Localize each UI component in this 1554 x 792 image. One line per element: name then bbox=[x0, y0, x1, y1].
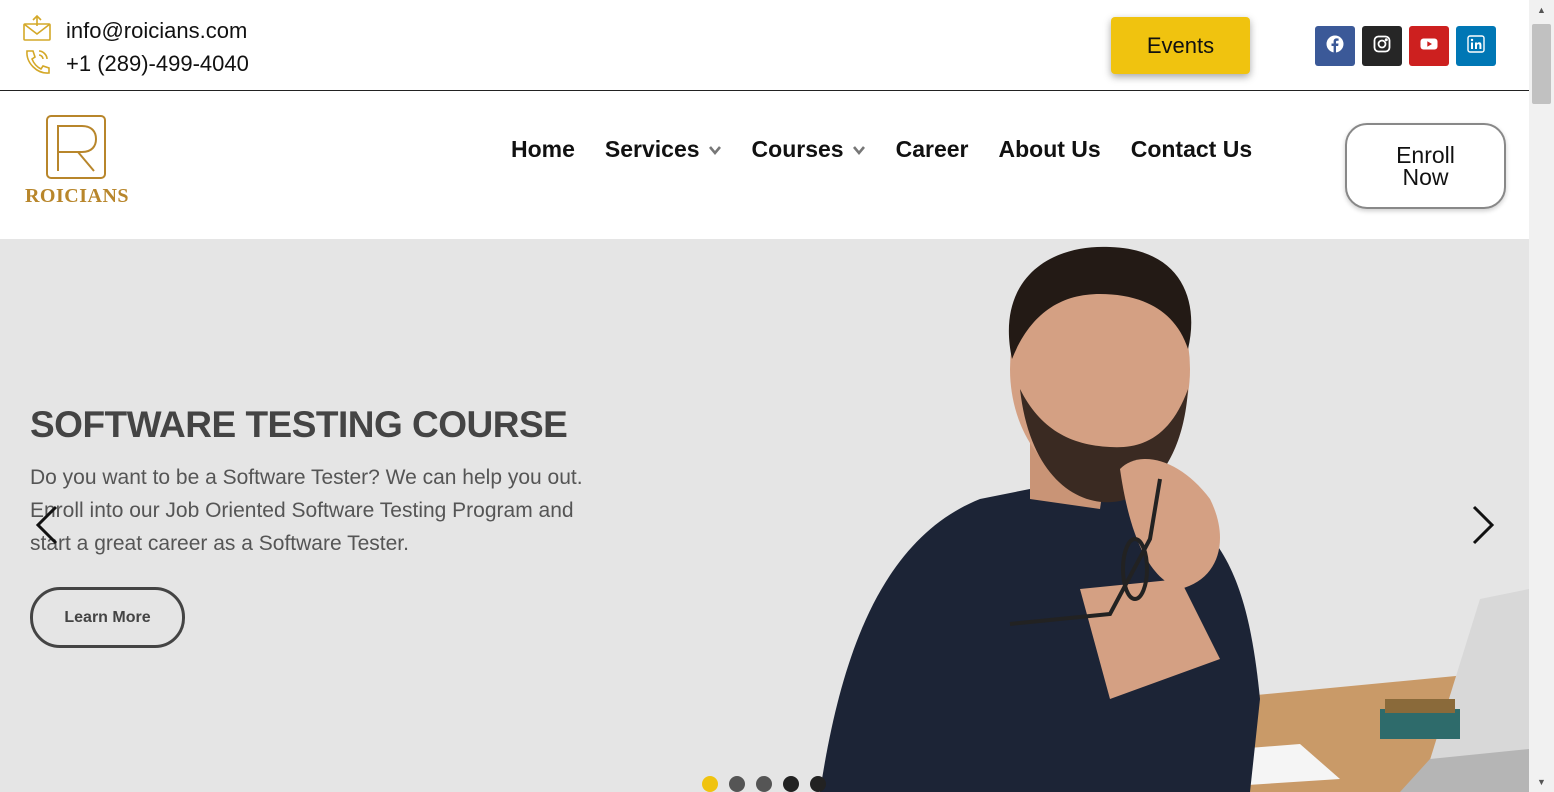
nav-career-label[interactable]: Career bbox=[896, 136, 969, 163]
facebook-icon bbox=[1326, 35, 1344, 58]
main-navbar: ROICIANS Home Services Courses Career Ab… bbox=[0, 91, 1529, 239]
nav-about-us-label[interactable]: About Us bbox=[998, 136, 1100, 163]
roicians-logo[interactable]: ROICIANS bbox=[22, 113, 132, 209]
slider-dot-1[interactable] bbox=[702, 776, 718, 792]
instagram-link[interactable] bbox=[1362, 26, 1402, 66]
scroll-up-arrow-icon[interactable]: ▲ bbox=[1529, 0, 1554, 20]
hero-photo-man-with-glasses bbox=[820, 246, 1529, 792]
nav-contact-us[interactable]: Contact Us bbox=[1131, 136, 1252, 163]
slider-pagination bbox=[702, 776, 826, 792]
email-text[interactable]: info@roicians.com bbox=[66, 18, 247, 44]
envelope-upload-icon bbox=[22, 14, 52, 48]
page-scrollbar[interactable]: ▲ ▼ bbox=[1529, 0, 1554, 792]
slider-dot-4[interactable] bbox=[783, 776, 799, 792]
slider-dot-3[interactable] bbox=[756, 776, 772, 792]
slider-dot-2[interactable] bbox=[729, 776, 745, 792]
nav-services-label[interactable]: Services bbox=[605, 136, 700, 163]
youtube-icon bbox=[1420, 35, 1438, 58]
hero-title: SOFTWARE TESTING COURSE bbox=[30, 404, 568, 445]
nav-courses-label[interactable]: Courses bbox=[752, 136, 844, 163]
nav-services[interactable]: Services bbox=[605, 136, 722, 163]
linkedin-icon bbox=[1467, 34, 1485, 58]
nav-about-us[interactable]: About Us bbox=[998, 136, 1100, 163]
nav-courses[interactable]: Courses bbox=[752, 136, 866, 163]
nav-home-label[interactable]: Home bbox=[511, 136, 575, 163]
youtube-link[interactable] bbox=[1409, 26, 1449, 66]
chevron-left-icon[interactable] bbox=[32, 504, 62, 546]
chevron-right-icon[interactable] bbox=[1468, 504, 1498, 546]
scroll-down-arrow-icon[interactable]: ▼ bbox=[1529, 772, 1554, 792]
facebook-link[interactable] bbox=[1315, 26, 1355, 66]
events-button[interactable]: Events bbox=[1111, 17, 1250, 74]
email-contact[interactable]: info@roicians.com bbox=[22, 14, 247, 48]
hero-slider: SOFTWARE TESTING COURSE Do you want to b… bbox=[0, 239, 1529, 792]
slider-dot-5[interactable] bbox=[810, 776, 826, 792]
logo-text: ROICIANS bbox=[24, 185, 130, 207]
phone-text[interactable]: +1 (289)-499-4040 bbox=[66, 51, 249, 77]
chevron-down-icon bbox=[708, 145, 721, 155]
social-links bbox=[1315, 26, 1496, 66]
nav-career[interactable]: Career bbox=[896, 136, 969, 163]
enroll-line-2: Now bbox=[1402, 164, 1449, 190]
learn-more-button[interactable]: Learn More bbox=[30, 587, 185, 648]
phone-contact[interactable]: +1 (289)-499-4040 bbox=[22, 47, 249, 81]
instagram-icon bbox=[1373, 35, 1391, 58]
nav-contact-us-label[interactable]: Contact Us bbox=[1131, 136, 1252, 163]
nav-home[interactable]: Home bbox=[511, 136, 575, 163]
linkedin-link[interactable] bbox=[1456, 26, 1496, 66]
enroll-now-button[interactable]: Enroll Now bbox=[1345, 123, 1506, 209]
chevron-down-icon bbox=[852, 145, 865, 155]
top-bar: info@roicians.com +1 (289)-499-4040 Even… bbox=[0, 0, 1529, 91]
phone-ringing-icon bbox=[22, 47, 52, 81]
hero-description: Do you want to be a Software Tester? We … bbox=[30, 466, 583, 555]
scroll-thumb[interactable] bbox=[1532, 24, 1551, 104]
primary-nav: Home Services Courses Career About Us Co… bbox=[511, 136, 1282, 163]
logo-mark-icon bbox=[46, 115, 106, 179]
